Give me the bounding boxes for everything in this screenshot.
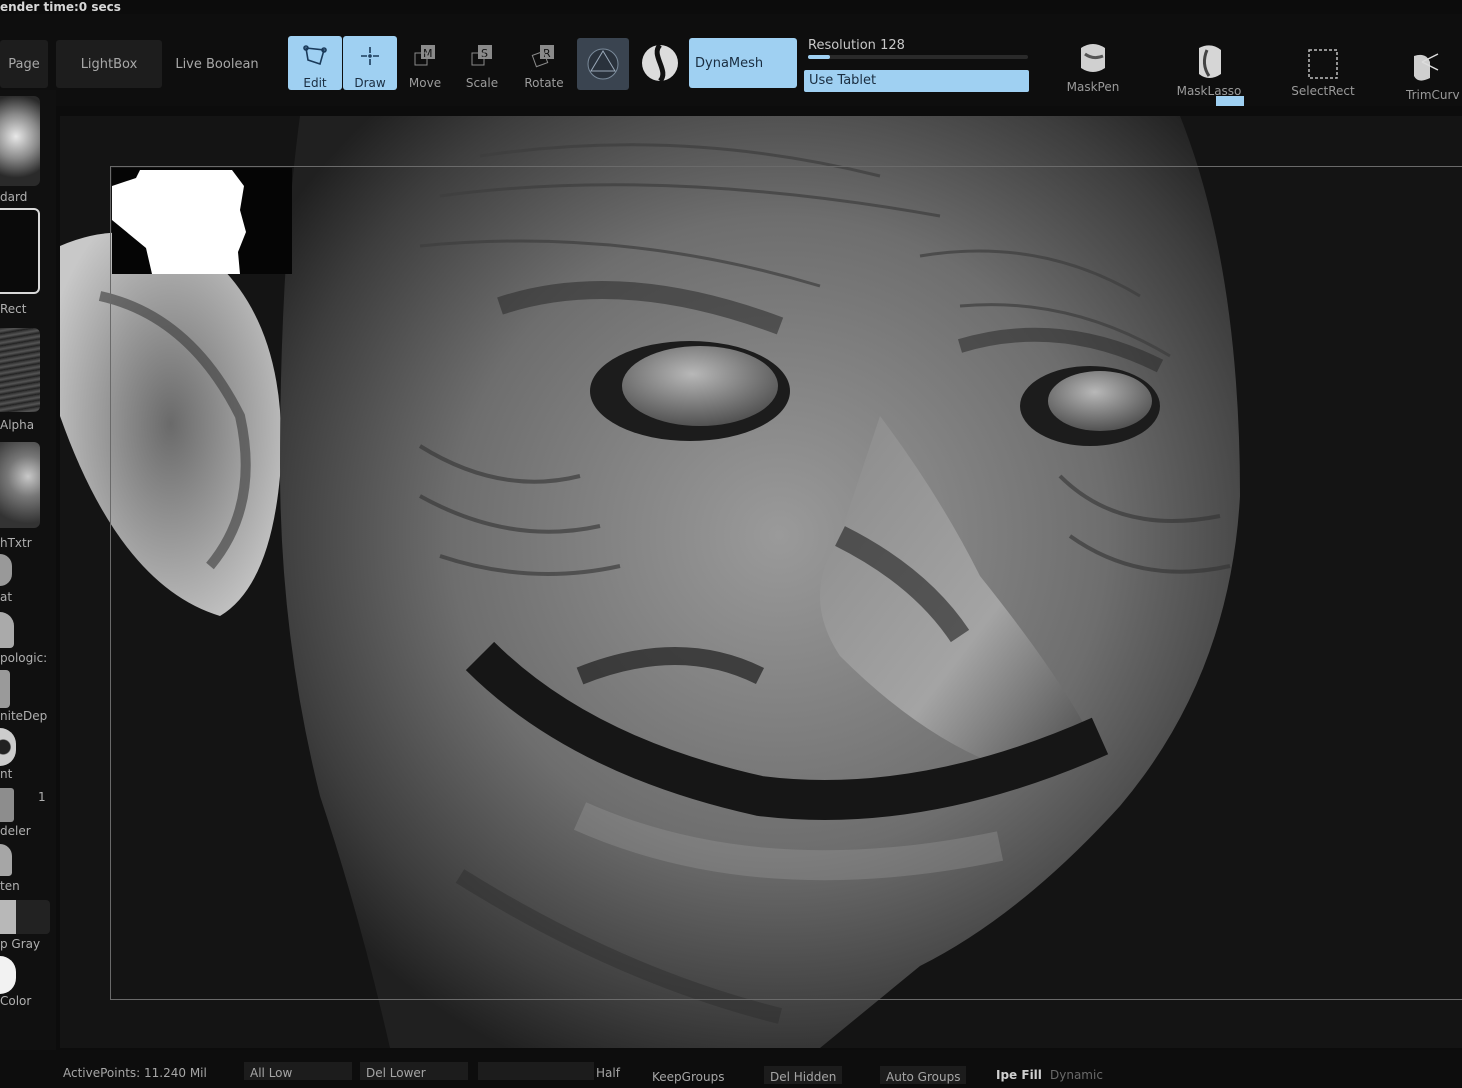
tray-label-standard: dard	[0, 190, 28, 204]
move-icon: M	[411, 36, 439, 76]
trimcurve-brush-button[interactable]: TrimCurv	[1396, 32, 1462, 102]
live-boolean-button[interactable]: Live Boolean	[168, 40, 266, 88]
selectrect-label: SelectRect	[1291, 84, 1355, 98]
del-lower-button[interactable]: Del Lower	[360, 1062, 468, 1080]
resolution-slider-fill	[808, 55, 830, 59]
page-tab[interactable]: Page	[0, 40, 48, 88]
trimcurve-label: TrimCurv	[1406, 88, 1460, 102]
tray-label-alpha: Alpha	[0, 418, 35, 432]
maskpen-label: MaskPen	[1066, 80, 1120, 94]
scale-icon: S	[468, 36, 496, 76]
polyframe-icon	[587, 48, 619, 80]
tray-label-color: Color	[0, 994, 32, 1008]
alpha-thumbnail[interactable]	[0, 328, 40, 412]
resolution-slider[interactable]	[808, 55, 1028, 59]
tray-label-flatten: ten	[0, 879, 20, 893]
symmetry-icon	[642, 43, 678, 83]
infinite-depth-thumbnail[interactable]	[0, 670, 10, 708]
draw-icon	[357, 36, 383, 76]
selectrect-icon	[1308, 49, 1338, 79]
tray-label-infinitedepth: niteDep	[0, 709, 48, 723]
edit-tool-button[interactable]: Edit	[288, 36, 342, 90]
half-toggle[interactable]: Half	[596, 1062, 620, 1080]
move-label: Move	[408, 76, 442, 90]
resolution-label: Resolution	[808, 38, 876, 53]
polyframe-toggle[interactable]	[577, 38, 629, 90]
color-swatch[interactable]	[0, 956, 16, 994]
active-points-readout: ActivePoints: 11.240 Mil	[63, 1066, 207, 1080]
ipe-fill-toggle[interactable]: Ipe Fill	[996, 1064, 1042, 1082]
bottom-bar: ActivePoints: 11.240 Mil All Low Del Low…	[0, 1050, 1462, 1084]
all-low-button[interactable]: All Low	[244, 1062, 352, 1080]
render-time-status: ender time:0 secs	[0, 0, 121, 14]
texture-thumbnail[interactable]	[0, 442, 40, 528]
del-hidden-button[interactable]: Del Hidden	[764, 1066, 843, 1084]
matcap-gray-thumbnail[interactable]	[0, 900, 50, 934]
lightbox-button[interactable]: LightBox	[56, 40, 162, 88]
dynamesh-button[interactable]: DynaMesh	[689, 38, 797, 88]
tray-count-number: 1	[38, 790, 46, 804]
mask-silhouette	[112, 170, 246, 274]
use-tablet-toggle[interactable]: Use Tablet	[804, 70, 1029, 92]
move-tool-button[interactable]: M Move	[398, 36, 452, 90]
paint-thumbnail[interactable]	[0, 728, 16, 766]
selectrect-brush-button[interactable]: SelectRect	[1278, 28, 1368, 98]
rotate-tool-button[interactable]: R Rotate	[517, 36, 571, 90]
modeler-thumbnail[interactable]	[0, 788, 14, 822]
symmetry-button[interactable]	[636, 38, 684, 88]
dynamic-toggle[interactable]: Dynamic	[1050, 1064, 1103, 1082]
rotate-label: Rotate	[524, 76, 564, 90]
trimcurve-icon	[1414, 53, 1439, 81]
scale-label: Scale	[465, 76, 499, 90]
empty-button[interactable]	[478, 1062, 594, 1080]
edit-icon	[302, 36, 328, 76]
tray-label-texture: hTxtr	[0, 536, 32, 550]
masklasso-brush-button[interactable]: MaskLasso	[1164, 28, 1254, 98]
tray-label-matcapgray: p Gray	[0, 937, 41, 951]
topological-thumbnail[interactable]	[0, 612, 14, 648]
top-toolbar: Page LightBox Live Boolean Edit Draw M M…	[0, 14, 1462, 106]
tray-label-paint: nt	[0, 767, 13, 781]
document-frame	[110, 166, 1462, 1000]
stroke-rect-thumbnail[interactable]	[0, 208, 40, 294]
maskpen-icon	[1081, 44, 1105, 72]
maskpen-brush-button[interactable]: MaskPen	[1048, 24, 1138, 94]
resolution-slider-label: Resolution 128	[808, 38, 905, 53]
flatten-thumbnail[interactable]	[0, 844, 12, 876]
material-flat-thumbnail[interactable]	[0, 554, 12, 586]
masklasso-active-indicator	[1216, 96, 1244, 106]
keep-groups-toggle[interactable]: KeepGroups	[652, 1066, 724, 1084]
masklasso-icon	[1199, 45, 1221, 78]
resolution-value: 128	[880, 38, 905, 53]
mask-preview-thumbnail	[112, 168, 292, 274]
draw-label: Draw	[354, 76, 386, 90]
rotate-icon: R	[530, 36, 558, 76]
auto-groups-button[interactable]: Auto Groups	[880, 1066, 967, 1084]
tray-label-rect: Rect	[0, 302, 27, 316]
left-tray: dard Rect Alpha hTxtr at pologic: niteDe…	[0, 90, 56, 1050]
tray-label-topological: pologic:	[0, 651, 48, 665]
tray-label-modeler: deler	[0, 824, 31, 838]
draw-tool-button[interactable]: Draw	[343, 36, 397, 90]
edit-label: Edit	[303, 76, 327, 90]
standard-brush-thumbnail[interactable]	[0, 96, 40, 186]
scale-tool-button[interactable]: S Scale	[455, 36, 509, 90]
tray-label-flat: at	[0, 590, 13, 604]
